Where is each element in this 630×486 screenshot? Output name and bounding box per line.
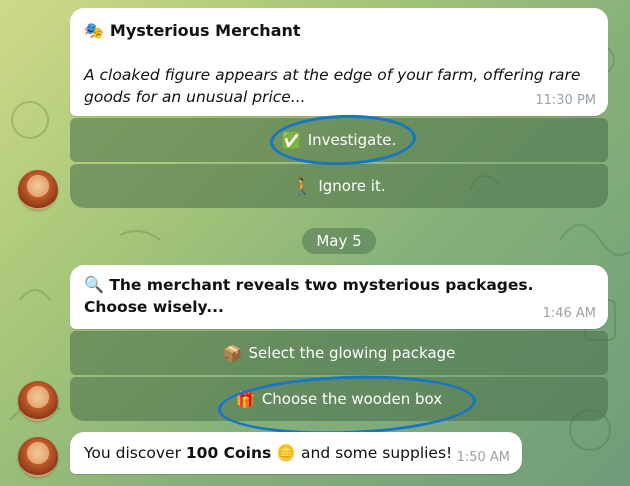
message-bubble-reward: You discover 100 Coins 🪙 and some suppli… xyxy=(70,432,522,474)
magnifier-icon: 🔍 xyxy=(84,275,104,294)
walking-person-icon: 🚶 xyxy=(292,176,313,196)
message-bubble-packages: 🔍 The merchant reveals two mysterious pa… xyxy=(70,265,608,329)
theater-masks-icon: 🎭 xyxy=(84,21,104,40)
message-title-row: 🎭 Mysterious Merchant xyxy=(84,21,301,40)
message-text: You discover 100 Coins 🪙 and some suppli… xyxy=(84,443,452,462)
message-time: 11:30 PM xyxy=(535,93,596,108)
ignore-button[interactable]: 🚶 Ignore it. xyxy=(70,164,608,208)
glowing-package-button[interactable]: 📦 Select the glowing package xyxy=(70,331,608,375)
message-text: 🔍 The merchant reveals two mysterious pa… xyxy=(84,274,554,318)
message-title: Mysterious Merchant xyxy=(109,21,301,40)
button-label: Ignore it. xyxy=(318,177,386,195)
message-body: The merchant reveals two mysterious pack… xyxy=(84,276,534,316)
bot-avatar xyxy=(18,437,58,477)
message-time: 1:50 AM xyxy=(456,450,510,465)
message-time: 1:46 AM xyxy=(542,306,596,321)
button-label: Select the glowing package xyxy=(248,344,456,362)
bot-avatar xyxy=(18,381,58,421)
date-separator: May 5 xyxy=(302,228,376,254)
text-suffix: and some supplies! xyxy=(296,444,453,462)
text-prefix: You discover xyxy=(84,444,186,462)
message-bubble-merchant: 🎭 Mysterious Merchant A cloaked figure a… xyxy=(70,8,608,116)
package-icon: 📦 xyxy=(222,343,243,363)
coins-amount: 100 Coins xyxy=(185,444,272,462)
bot-avatar xyxy=(18,170,58,210)
message-body: A cloaked figure appears at the edge of … xyxy=(84,66,581,106)
coin-icon: 🪙 xyxy=(276,443,297,462)
